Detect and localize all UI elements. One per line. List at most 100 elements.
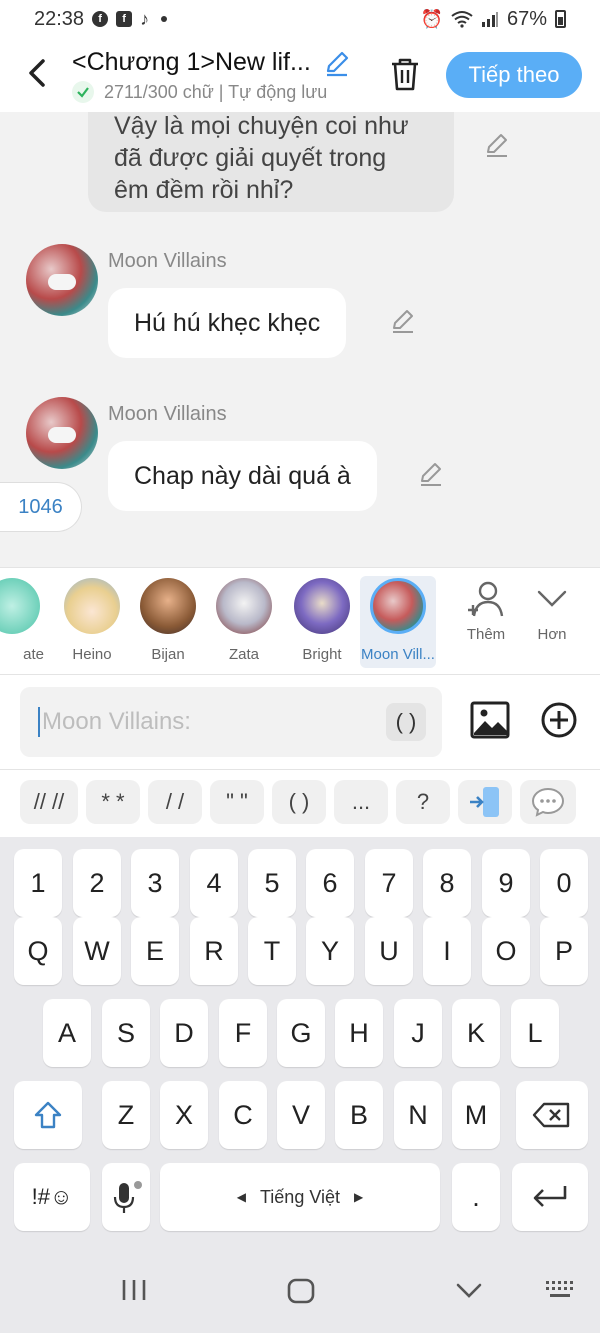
voice-input-key[interactable] — [102, 1163, 150, 1231]
key-f[interactable]: F — [219, 999, 267, 1067]
key-t[interactable]: T — [248, 917, 296, 985]
key-o[interactable]: O — [482, 917, 530, 985]
key-8[interactable]: 8 — [423, 849, 471, 917]
character-item[interactable]: Zata — [208, 576, 280, 668]
backspace-key[interactable] — [516, 1081, 588, 1149]
key-k[interactable]: K — [452, 999, 500, 1067]
enter-key[interactable] — [512, 1163, 588, 1231]
key-v[interactable]: V — [277, 1081, 325, 1149]
key-4[interactable]: 4 — [190, 849, 238, 917]
backspace-icon — [532, 1102, 570, 1128]
chapter-title[interactable]: <Chương 1>New lif... — [72, 48, 311, 77]
key-r[interactable]: R — [190, 917, 238, 985]
add-person-icon — [468, 581, 504, 617]
signal-icon — [481, 12, 498, 27]
key-s[interactable]: S — [102, 999, 150, 1067]
key-m[interactable]: M — [452, 1081, 500, 1149]
back-button[interactable] — [22, 56, 52, 90]
insert-scene-button[interactable] — [458, 780, 512, 824]
character-picker: ate Heino Bijan Zata Bright Moon Vill...… — [0, 567, 600, 675]
word-count-status: 2711/300 chữ | Tự động lưu — [104, 81, 328, 102]
quick-symbol-button[interactable]: ? — [396, 780, 450, 824]
keyboard-grid-icon[interactable] — [544, 1277, 578, 1303]
key-z[interactable]: Z — [102, 1081, 150, 1149]
quick-symbol-button[interactable]: / / — [148, 780, 202, 824]
enter-arrow-icon — [533, 1186, 567, 1207]
quick-symbol-button[interactable]: ... — [334, 780, 388, 824]
count-badge[interactable]: 1046 — [0, 482, 82, 532]
quick-symbol-button[interactable]: " " — [210, 780, 264, 824]
edit-message-icon[interactable] — [484, 132, 510, 158]
key-0[interactable]: 0 — [540, 849, 588, 917]
character-name: Heino — [72, 646, 112, 663]
quick-symbol-button[interactable]: // // — [20, 780, 78, 824]
more-characters-label: Hơn — [537, 626, 567, 643]
edit-message-icon[interactable] — [390, 308, 416, 334]
key-b[interactable]: B — [335, 1081, 383, 1149]
key-7[interactable]: 7 — [365, 849, 413, 917]
key-h[interactable]: H — [335, 999, 383, 1067]
character-item-selected[interactable]: Moon Vill... — [360, 576, 436, 668]
key-y[interactable]: Y — [306, 917, 354, 985]
status-bar: 22:38 f f ♪ ⏰ 67% — [0, 0, 600, 38]
next-button[interactable]: Tiếp theo — [446, 52, 582, 98]
character-item[interactable]: ate — [0, 576, 48, 668]
key-j[interactable]: J — [394, 999, 442, 1067]
key-c[interactable]: C — [219, 1081, 267, 1149]
key-n[interactable]: N — [394, 1081, 442, 1149]
message-speaker: Moon Villains — [108, 403, 227, 425]
quick-symbol-button[interactable]: * * — [86, 780, 140, 824]
add-character-button[interactable]: Thêm — [456, 580, 516, 643]
recent-apps-icon[interactable] — [120, 1277, 148, 1303]
system-nav-bar — [0, 1247, 600, 1333]
message-bubble[interactable]: Chap này dài quá à — [108, 441, 377, 511]
character-name: Zata — [228, 646, 259, 663]
key-9[interactable]: 9 — [482, 849, 530, 917]
key-6[interactable]: 6 — [306, 849, 354, 917]
avatar[interactable] — [26, 244, 98, 316]
symbols-key[interactable]: !#☺ — [14, 1163, 90, 1231]
previous-message-bubble[interactable]: Vậy là mọi chuyện coi như đã được giải q… — [88, 112, 454, 212]
edit-message-icon[interactable] — [418, 461, 444, 487]
key-p[interactable]: P — [540, 917, 588, 985]
key-2[interactable]: 2 — [73, 849, 121, 917]
quick-symbol-button[interactable]: ( ) — [272, 780, 326, 824]
key-l[interactable]: L — [511, 999, 559, 1067]
key-e[interactable]: E — [131, 917, 179, 985]
character-item[interactable]: Heino — [56, 576, 128, 668]
key-5[interactable]: 5 — [248, 849, 296, 917]
key-u[interactable]: U — [365, 917, 413, 985]
key-1[interactable]: 1 — [14, 849, 62, 917]
add-circle-icon[interactable] — [540, 701, 578, 739]
battery-percent: 67% — [506, 7, 547, 30]
chevron-down-icon — [537, 590, 567, 607]
character-item[interactable]: Bright — [286, 576, 358, 668]
comment-button[interactable] — [520, 780, 576, 824]
hide-keyboard-chevron-icon[interactable] — [454, 1277, 484, 1303]
key-w[interactable]: W — [73, 917, 121, 985]
parenthesis-button[interactable]: ( ) — [386, 703, 426, 741]
message-input[interactable]: Moon Villains: ( ) — [20, 687, 442, 757]
on-screen-keyboard: 1 2 3 4 5 6 7 8 9 0 Q W E R T Y U I O P … — [0, 837, 600, 1247]
spacebar-key[interactable]: ◀ Tiếng Việt ▶ — [160, 1163, 440, 1231]
message-bubble[interactable]: Hú hú khẹc khẹc — [108, 288, 347, 358]
period-key[interactable]: . — [452, 1163, 500, 1231]
avatar[interactable] — [26, 397, 98, 469]
edit-title-icon[interactable] — [323, 49, 351, 77]
key-d[interactable]: D — [160, 999, 208, 1067]
key-i[interactable]: I — [423, 917, 471, 985]
character-name: Moon Vill... — [361, 646, 435, 663]
key-a[interactable]: A — [43, 999, 91, 1067]
facebook-square-icon: f — [116, 11, 133, 27]
character-item[interactable]: Bijan — [132, 576, 204, 668]
key-3[interactable]: 3 — [131, 849, 179, 917]
chat-area[interactable]: Vậy là mọi chuyện coi như đã được giải q… — [0, 112, 600, 567]
key-g[interactable]: G — [277, 999, 325, 1067]
key-x[interactable]: X — [160, 1081, 208, 1149]
home-icon[interactable] — [286, 1277, 316, 1305]
trash-icon[interactable] — [388, 56, 422, 92]
more-characters-button[interactable]: Hơn — [522, 580, 582, 643]
shift-key[interactable] — [14, 1081, 82, 1149]
key-q[interactable]: Q — [14, 917, 62, 985]
image-icon[interactable] — [470, 701, 510, 739]
